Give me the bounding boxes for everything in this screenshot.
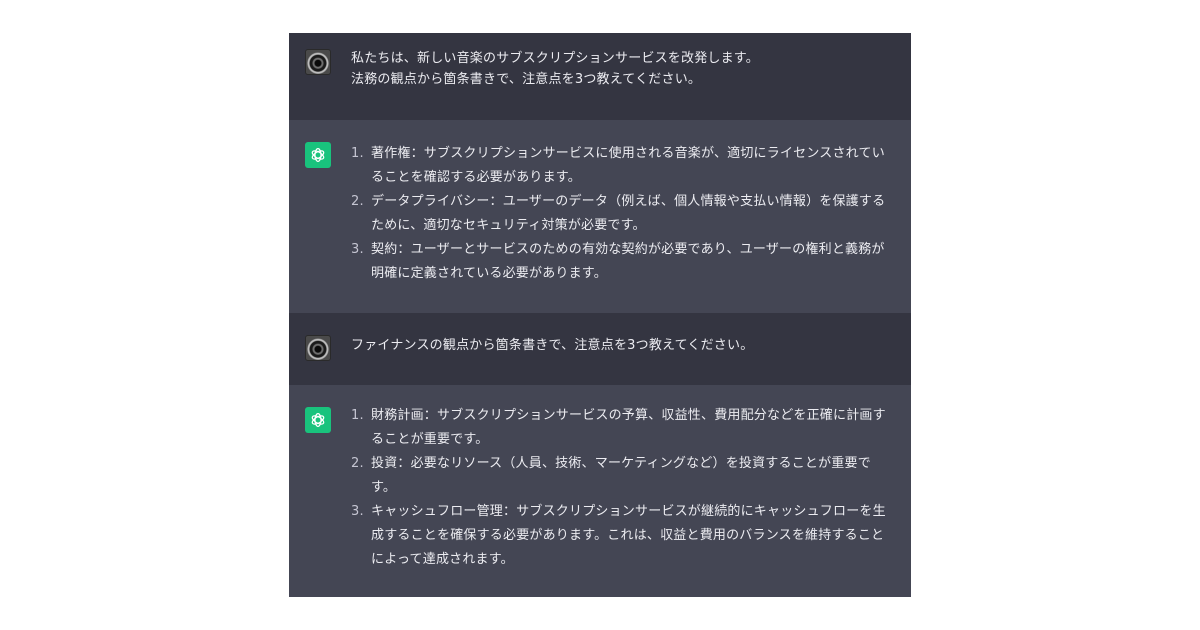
message-line: ファイナンスの観点から箇条書きで、注意点を3つ教えてください。 bbox=[351, 338, 754, 353]
list-item: 3. キャッシュフロー管理：サブスクリプションサービスが継続的にキャッシュフロー… bbox=[351, 500, 897, 572]
list-line: 投資：必要なリソース（人員、技術、マーケティングなど）を投資することが重要で bbox=[371, 456, 871, 471]
list-line: データプライバシー：ユーザーのデータ（例えば、個人情報や支払い情報）を保護する bbox=[371, 194, 886, 209]
chat-thread: 私たちは、新しい音楽のサブスクリプションサービスを改発します。 法務の観点から箇… bbox=[289, 33, 911, 597]
list-number: 3. bbox=[351, 504, 364, 519]
list-number: 1. bbox=[351, 408, 364, 423]
list-line: ために、適切なセキュリティ対策が必要です。 bbox=[371, 218, 646, 233]
list-item: 2. 投資：必要なリソース（人員、技術、マーケティングなど）を投資することが重要… bbox=[351, 452, 897, 500]
list-number: 2. bbox=[351, 456, 364, 471]
list-line: ることを確認する必要があります。 bbox=[371, 170, 581, 185]
list-item: 3. 契約：ユーザーとサービスのための有効な契約が必要であり、ユーザーの権利と義… bbox=[351, 238, 897, 286]
assistant-list: 1. 著作権：サブスクリプションサービスに使用される音楽が、適切にライセンスされ… bbox=[351, 142, 897, 286]
list-line: ることが重要です。 bbox=[371, 432, 489, 447]
message-line: 法務の観点から箇条書きで、注意点を3つ教えてください。 bbox=[351, 72, 702, 87]
user-message: 私たちは、新しい音楽のサブスクリプションサービスを改発します。 法務の観点から箇… bbox=[289, 33, 911, 120]
assistant-message: 1. 著作権：サブスクリプションサービスに使用される音楽が、適切にライセンスされ… bbox=[289, 120, 911, 313]
user-avatar-icon bbox=[305, 335, 331, 361]
list-number: 1. bbox=[351, 146, 364, 161]
list-item: 2. データプライバシー：ユーザーのデータ（例えば、個人情報や支払い情報）を保護… bbox=[351, 190, 897, 238]
list-line: によって達成されます。 bbox=[371, 552, 514, 567]
list-line: す。 bbox=[371, 480, 397, 495]
list-number: 2. bbox=[351, 194, 364, 209]
list-line: 契約：ユーザーとサービスのための有効な契約が必要であり、ユーザーの権利と義務が bbox=[371, 242, 885, 257]
user-avatar-icon bbox=[305, 49, 331, 75]
list-item: 1. 著作権：サブスクリプションサービスに使用される音楽が、適切にライセンスされ… bbox=[351, 142, 897, 190]
list-item: 1. 財務計画：サブスクリプションサービスの予算、収益性、費用配分などを正確に計… bbox=[351, 404, 897, 452]
user-message: ファイナンスの観点から箇条書きで、注意点を3つ教えてください。 bbox=[289, 313, 911, 385]
message-line: 私たちは、新しい音楽のサブスクリプションサービスを改発します。 bbox=[351, 51, 759, 66]
user-message-text: ファイナンスの観点から箇条書きで、注意点を3つ教えてください。 bbox=[351, 335, 897, 356]
openai-logo-icon bbox=[305, 142, 331, 168]
assistant-message: 1. 財務計画：サブスクリプションサービスの予算、収益性、費用配分などを正確に計… bbox=[289, 385, 911, 597]
user-message-text: 私たちは、新しい音楽のサブスクリプションサービスを改発します。 法務の観点から箇… bbox=[351, 48, 897, 90]
list-line: 財務計画：サブスクリプションサービスの予算、収益性、費用配分などを正確に計画す bbox=[371, 408, 886, 423]
openai-logo-icon bbox=[305, 407, 331, 433]
list-line: 成することを確保する必要があります。これは、収益と費用のバランスを維持すること bbox=[371, 528, 885, 543]
list-number: 3. bbox=[351, 242, 364, 257]
list-line: キャッシュフロー管理：サブスクリプションサービスが継続的にキャッシュフローを生 bbox=[371, 504, 886, 519]
list-line: 著作権：サブスクリプションサービスに使用される音楽が、適切にライセンスされてい bbox=[371, 146, 885, 161]
list-line: 明確に定義されている必要があります。 bbox=[371, 266, 607, 281]
assistant-list: 1. 財務計画：サブスクリプションサービスの予算、収益性、費用配分などを正確に計… bbox=[351, 404, 897, 572]
